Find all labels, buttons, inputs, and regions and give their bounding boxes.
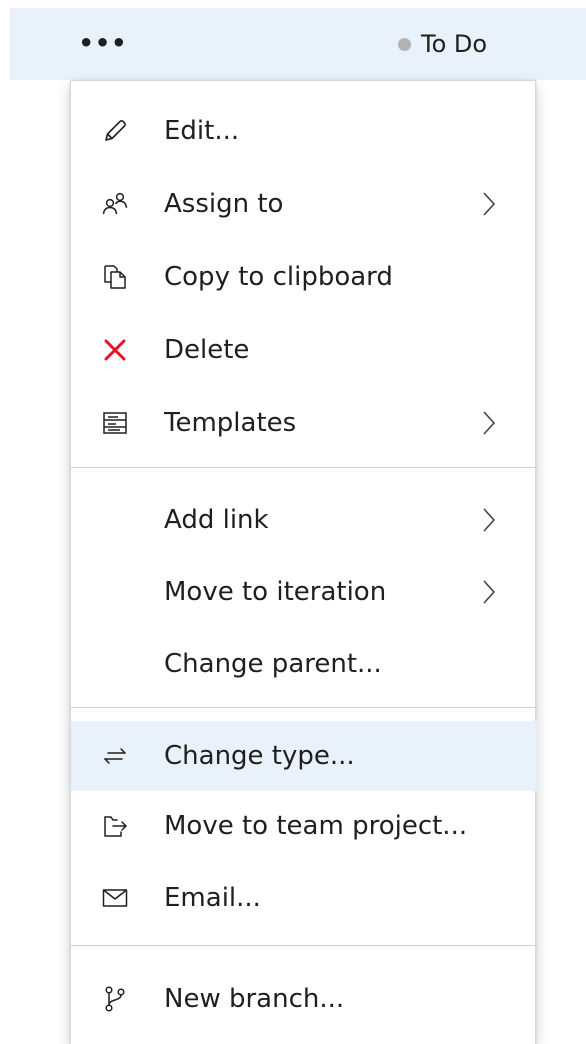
menu-item-email[interactable]: Email... bbox=[71, 865, 537, 931]
chevron-right-icon bbox=[479, 505, 499, 535]
people-icon bbox=[99, 188, 131, 220]
state-indicator: To Do bbox=[398, 26, 487, 62]
menu-item-move-to-team-project[interactable]: Move to team project... bbox=[71, 793, 537, 859]
pencil-icon bbox=[99, 115, 131, 147]
menu-item-templates[interactable]: Templates bbox=[71, 390, 537, 456]
menu-item-label: Copy to clipboard bbox=[164, 262, 393, 292]
swap-arrows-icon bbox=[99, 740, 131, 772]
more-actions-button[interactable]: ••• bbox=[78, 22, 126, 64]
menu-item-new-branch[interactable]: New branch... bbox=[71, 966, 537, 1032]
menu-item-label: Assign to bbox=[164, 189, 284, 219]
menu-item-add-link[interactable]: Add link bbox=[71, 487, 537, 553]
work-item-row: ••• To Do bbox=[0, 0, 586, 80]
delete-x-icon bbox=[99, 334, 131, 366]
menu-item-edit[interactable]: Edit... bbox=[71, 98, 537, 164]
menu-item-label: Templates bbox=[164, 408, 297, 438]
copy-icon bbox=[99, 261, 131, 293]
menu-item-label: Move to iteration bbox=[164, 577, 387, 607]
menu-item-delete[interactable]: Delete bbox=[71, 317, 537, 383]
branch-icon bbox=[99, 983, 131, 1015]
menu-item-label: Move to team project... bbox=[164, 811, 468, 841]
menu-item-label: Change parent... bbox=[164, 649, 382, 679]
chevron-right-icon bbox=[479, 408, 499, 438]
menu-divider bbox=[71, 707, 537, 708]
menu-item-label: Edit... bbox=[164, 116, 240, 146]
menu-item-label: New branch... bbox=[164, 984, 345, 1014]
chevron-right-icon bbox=[479, 577, 499, 607]
menu-divider bbox=[71, 467, 537, 468]
menu-item-copy-to-clipboard[interactable]: Copy to clipboard bbox=[71, 244, 537, 310]
context-menu: Edit... Assign to Copy to clipboard Dele… bbox=[70, 80, 537, 1044]
menu-item-label: Delete bbox=[164, 335, 250, 365]
menu-item-label: Add link bbox=[164, 505, 269, 535]
state-dot-icon bbox=[398, 37, 411, 51]
menu-item-change-type[interactable]: Change type... bbox=[71, 721, 537, 791]
envelope-icon bbox=[99, 882, 131, 914]
menu-item-label: Change type... bbox=[164, 741, 355, 771]
work-item-context: ••• To Do Edit... Assign to Copy to clip… bbox=[0, 0, 586, 1044]
menu-item-label: Email... bbox=[164, 883, 261, 913]
menu-item-change-parent[interactable]: Change parent... bbox=[71, 631, 537, 697]
state-label: To Do bbox=[421, 30, 488, 58]
chevron-right-icon bbox=[479, 189, 499, 219]
move-project-icon bbox=[99, 810, 131, 842]
menu-item-move-to-iteration[interactable]: Move to iteration bbox=[71, 559, 537, 625]
menu-item-assign-to[interactable]: Assign to bbox=[71, 171, 537, 237]
templates-icon bbox=[99, 407, 131, 439]
menu-divider bbox=[71, 945, 537, 946]
